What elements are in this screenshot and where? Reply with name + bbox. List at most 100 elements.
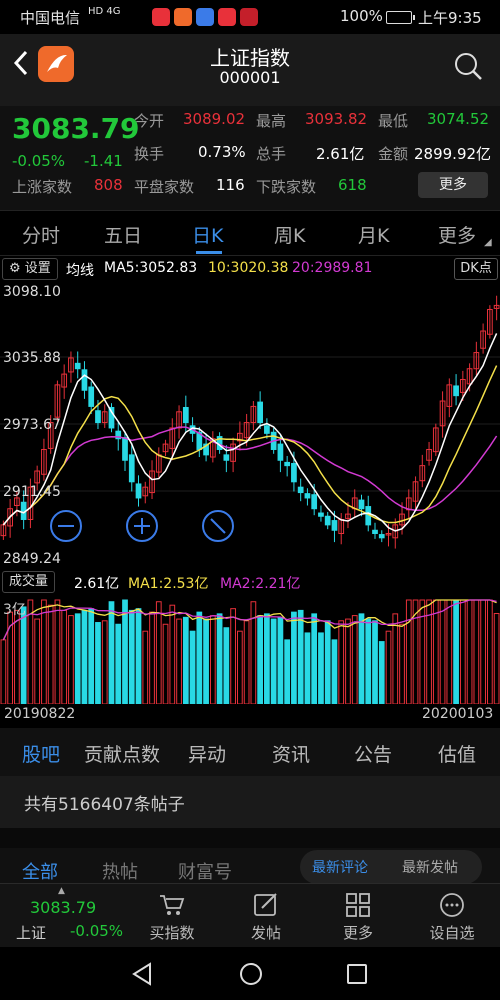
tab-guba[interactable]: 股吧: [22, 740, 60, 767]
active-tab-indicator: [196, 251, 222, 254]
price-axis-label: 2849.24: [3, 551, 61, 567]
volume-bar: [264, 613, 270, 704]
post-button[interactable]: 发帖: [226, 892, 306, 943]
search-icon[interactable]: [454, 52, 482, 80]
volume-bar: [88, 608, 95, 704]
quote-panel: 3083.79 -0.05% -1.41 今开 3089.02 最高 3093.…: [0, 106, 500, 210]
volume-bar: [203, 618, 209, 704]
volume-bar: [162, 623, 169, 704]
info-tabs: 股吧 贡献点数 异动 资讯 公告 估值: [0, 728, 500, 776]
tab-hot-posts[interactable]: 热帖: [102, 858, 138, 884]
tab-weekly-k[interactable]: 周K: [274, 221, 305, 248]
tab-wealth[interactable]: 财富号: [178, 858, 232, 884]
volume-bar: [237, 630, 243, 704]
volume-bar: [223, 627, 230, 704]
candle-body: [297, 486, 304, 494]
tab-news[interactable]: 资讯: [272, 740, 310, 767]
back-nav-icon[interactable]: [130, 961, 156, 987]
tab-announcement[interactable]: 公告: [354, 740, 392, 767]
volume-bar: [61, 609, 68, 704]
volume-bar: [372, 620, 378, 704]
app-header: 上证指数 000001: [0, 34, 500, 106]
buy-index-label: 买指数: [149, 924, 195, 942]
mini-price: 3083.79: [30, 898, 97, 917]
ma-legend-bar: ⚙ 设置 均线 MA5:3052.83 10:3020.38 20:2989.8…: [0, 256, 500, 282]
volume-bar: [0, 639, 7, 704]
candle-body: [324, 515, 331, 526]
hands-label: 总手: [256, 145, 287, 163]
zoom-in-icon[interactable]: [126, 510, 158, 542]
current-price: 3083.79: [12, 112, 140, 145]
tab-contribution[interactable]: 贡献点数: [84, 740, 160, 767]
chart-settings-button[interactable]: ⚙ 设置: [2, 258, 58, 280]
candle-body: [378, 534, 385, 539]
volume-bar: [480, 599, 486, 704]
volume-bar: [446, 599, 453, 704]
candle-body: [277, 443, 284, 461]
volume-bar: [331, 639, 338, 704]
volume-bar: [318, 632, 324, 704]
dk-point-button[interactable]: DK点: [454, 258, 498, 280]
chart-period-tabs: 分时 五日 日K 周K 月K 更多 ◢: [0, 210, 500, 256]
fullscreen-icon[interactable]: [202, 510, 234, 542]
candle-body: [135, 483, 142, 499]
tab-movement[interactable]: 异动: [188, 740, 226, 767]
app-notification-icon: [240, 8, 258, 26]
add-watchlist-button[interactable]: 设自选: [412, 892, 492, 943]
volume-bar: [169, 604, 176, 704]
volume-bar: [209, 615, 216, 704]
volume-bar: [155, 601, 162, 704]
more-menu-button[interactable]: 更多: [318, 892, 398, 943]
volume-bar: [20, 606, 27, 704]
volume-bar: [493, 613, 500, 704]
flat-count-value: 116: [216, 176, 245, 194]
buy-index-button[interactable]: 买指数: [132, 892, 212, 943]
volume-indicator-button[interactable]: 成交量: [2, 571, 56, 593]
volume-legend-bar: 成交量 2.61亿 MA1:2.53亿 MA2:2.21亿: [0, 568, 500, 596]
volume-bar: [47, 604, 54, 704]
notification-icons: [152, 8, 258, 26]
home-nav-icon[interactable]: [238, 961, 264, 987]
expand-caret-icon: ▲: [58, 886, 65, 896]
up-count-label: 上涨家数: [12, 178, 73, 196]
volume-bar: [466, 599, 473, 704]
volume-bar: [243, 620, 250, 704]
sort-latest-comment[interactable]: 最新评论: [312, 857, 368, 877]
candle-body: [223, 454, 230, 461]
candle-body: [128, 454, 135, 483]
tab-valuation[interactable]: 估值: [438, 740, 476, 767]
open-label: 今开: [134, 112, 165, 130]
avg-line-label: 均线: [66, 263, 94, 279]
tab-all-posts[interactable]: 全部: [22, 858, 58, 884]
start-date: 20190822: [4, 706, 76, 722]
more-quote-button[interactable]: 更多: [418, 172, 488, 198]
zoom-out-icon[interactable]: [50, 510, 82, 542]
sort-latest-post[interactable]: 最新发帖: [402, 857, 458, 877]
down-count-label: 下跌家数: [256, 178, 317, 196]
end-date: 20200103: [422, 706, 494, 722]
volume-bar: [399, 623, 405, 704]
candle-body: [372, 529, 378, 534]
candle-body: [331, 520, 338, 531]
tab-monthly-k[interactable]: 月K: [358, 221, 389, 248]
recents-nav-icon[interactable]: [344, 961, 370, 987]
ma20-value: 20:2989.81: [292, 260, 373, 276]
stock-code: 000001: [219, 68, 281, 87]
tab-five-day[interactable]: 五日: [104, 221, 142, 248]
point-change: -1.41: [84, 152, 123, 170]
price-axis-label: 2973.67: [3, 417, 61, 433]
high-label: 最高: [256, 112, 287, 130]
network-indicator: HD 4G: [88, 6, 121, 17]
price-axis-label: 3035.88: [3, 350, 61, 366]
volume-chart[interactable]: 3亿: [0, 596, 500, 704]
down-count-value: 618: [338, 176, 367, 194]
volume-bar: [304, 632, 311, 704]
candlestick-chart[interactable]: 3098.10 3035.88 2973.67 2911.45 2849.24: [0, 282, 500, 568]
volume-bar: [365, 618, 372, 704]
candle-body: [182, 406, 189, 424]
tab-more[interactable]: 更多: [438, 221, 476, 248]
tab-intraday[interactable]: 分时: [22, 221, 60, 248]
tab-daily-k[interactable]: 日K: [192, 221, 223, 248]
volume-bar: [392, 613, 399, 704]
volume-bar: [182, 616, 189, 704]
